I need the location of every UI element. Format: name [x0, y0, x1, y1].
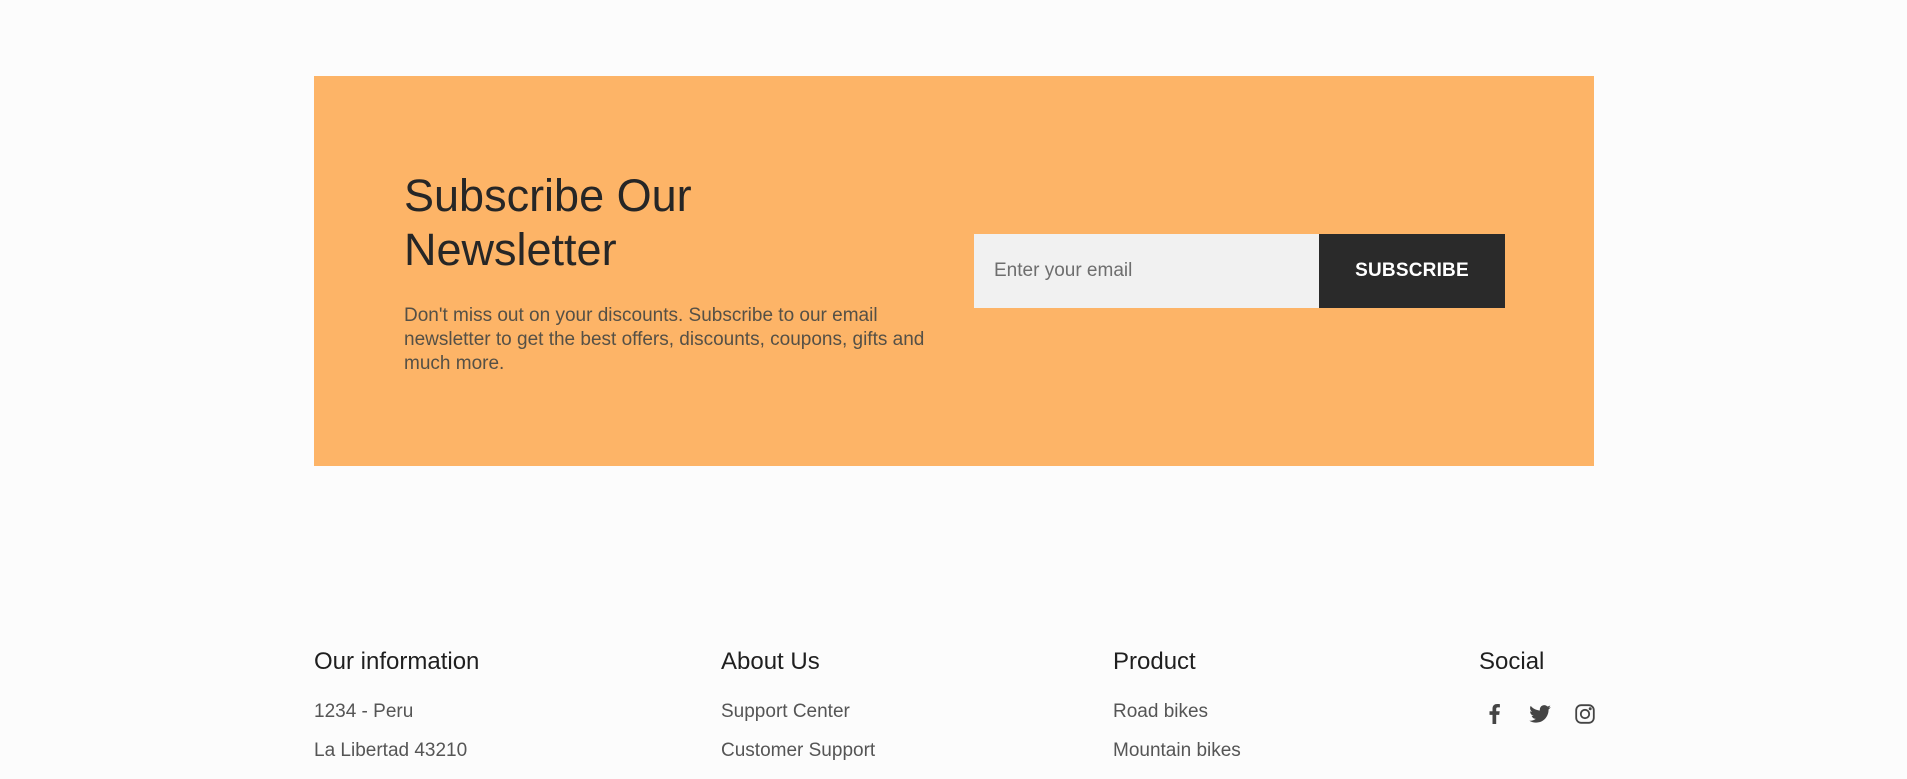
newsletter-description: Don't miss out on your discounts. Subscr…	[404, 305, 925, 374]
twitter-icon[interactable]	[1527, 701, 1552, 726]
address-line-1: 1234 - Peru	[314, 701, 414, 722]
facebook-icon[interactable]	[1482, 701, 1507, 726]
newsletter-title: Subscribe Our Newsletter	[404, 170, 692, 275]
support-center-link[interactable]: Support Center	[721, 701, 850, 722]
subscribe-button[interactable]: SUBSCRIBE	[1319, 234, 1505, 308]
address-line-2: La Libertad 43210	[314, 740, 468, 761]
road-bikes-link[interactable]: Road bikes	[1113, 701, 1208, 722]
footer-heading-product: Product	[1113, 648, 1196, 675]
email-input[interactable]	[974, 234, 1319, 308]
instagram-icon[interactable]	[1572, 701, 1597, 726]
footer-heading-about-us: About Us	[721, 648, 820, 675]
newsletter-form: SUBSCRIBE	[974, 234, 1505, 308]
footer-column-our-information: Our information 1234 - Peru La Libertad …	[314, 645, 479, 779]
footer-heading-social: Social	[1479, 648, 1545, 675]
footer-heading-our-information: Our information	[314, 648, 480, 675]
footer-column-product: Product Road bikes Mountain bikes	[1113, 645, 1241, 779]
social-icons	[1479, 701, 1597, 726]
customer-support-link[interactable]: Customer Support	[721, 740, 875, 761]
footer-column-social: Social	[1479, 645, 1597, 726]
newsletter-section: Subscribe Our Newsletter Don't miss out …	[314, 76, 1594, 466]
mountain-bikes-link[interactable]: Mountain bikes	[1113, 740, 1241, 761]
footer-column-about-us: About Us Support Center Customer Support	[721, 645, 875, 779]
